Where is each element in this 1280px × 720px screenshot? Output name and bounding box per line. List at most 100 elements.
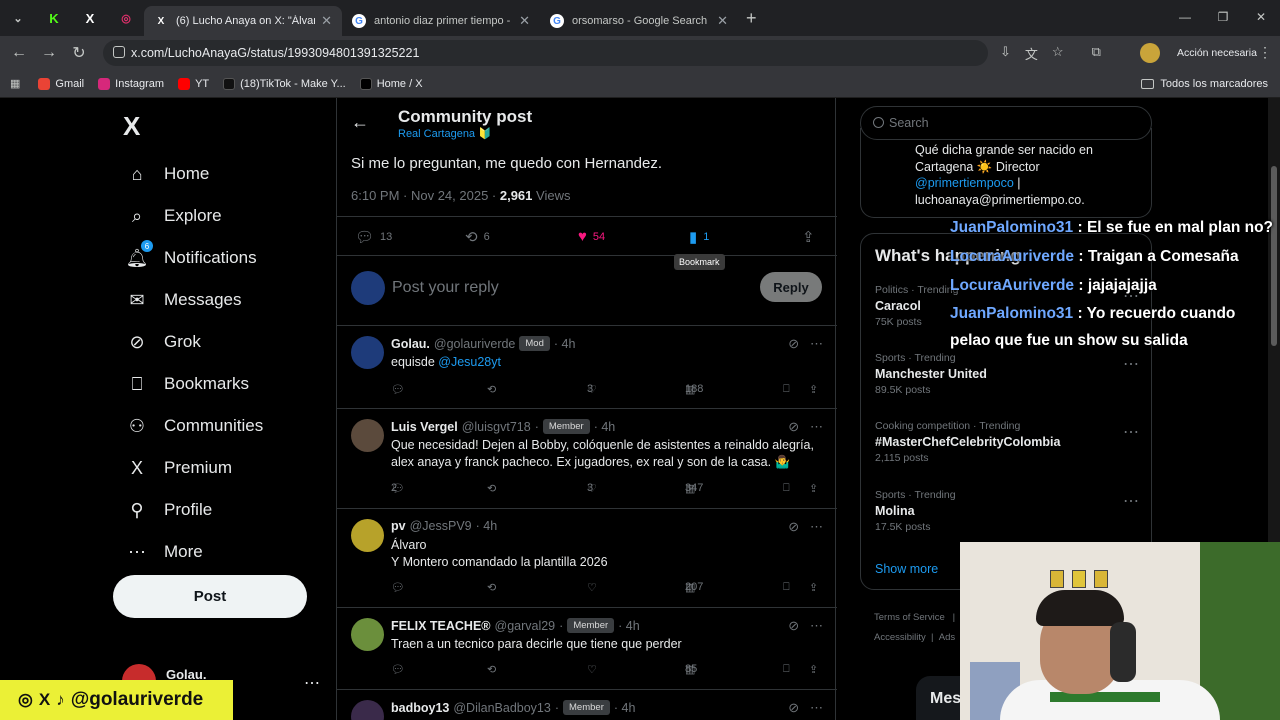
nav-more[interactable]: ⋯ More <box>112 531 332 573</box>
post-button[interactable]: Post <box>113 575 307 618</box>
community-link[interactable]: Real Cartagena 🔰 <box>398 127 492 140</box>
like-action[interactable]: ♡ 3 <box>587 383 597 396</box>
repost-icon[interactable]: ⟲ <box>487 663 496 676</box>
like-action[interactable]: ♡ 3 <box>587 482 597 495</box>
back-arrow-icon[interactable]: ← <box>4 44 34 62</box>
new-tab-icon[interactable]: + <box>746 8 757 29</box>
reply-item[interactable]: FELIX TEACHE® @garval29 · Member · 4h ⊘ … <box>337 608 837 690</box>
views-action[interactable]: ▥ 85 <box>685 663 697 676</box>
trend-item[interactable]: Sports · Trending Molina 17.5K posts ⋯ <box>875 489 1139 533</box>
pinned-tab-x[interactable]: X <box>72 0 108 36</box>
bookmark-icon[interactable]: ⎕ <box>783 383 790 396</box>
browser-menu-icon[interactable]: ⋮ <box>1258 44 1272 61</box>
reply-button[interactable]: Reply <box>760 272 822 302</box>
more-icon[interactable]: ⋯ <box>1123 354 1139 374</box>
more-icon[interactable]: ⋯ <box>1123 491 1139 511</box>
bookmark-youtube[interactable]: YT <box>178 77 209 90</box>
bookmark-instagram[interactable]: Instagram <box>98 77 164 90</box>
close-tab-icon[interactable]: ✕ <box>519 13 530 29</box>
show-more-link[interactable]: Show more <box>875 562 938 576</box>
more-icon[interactable]: ⋯ <box>810 336 823 351</box>
repost-icon[interactable]: ⟲ <box>487 383 496 396</box>
author-handle[interactable]: @luisgvt718 <box>462 420 531 434</box>
reply-action[interactable]: 💬︎ 13 <box>355 228 392 246</box>
search-input[interactable]: Search <box>860 106 1152 140</box>
heart-icon[interactable]: ♡ <box>587 663 597 676</box>
author-handle[interactable]: @golauriverde <box>434 337 515 351</box>
like-action[interactable]: ♥ 54 <box>578 228 605 245</box>
extensions-icon[interactable]: ⧉ <box>1092 44 1101 63</box>
comment-icon[interactable]: 💬︎ <box>391 663 405 676</box>
nav-communities[interactable]: ⚇ Communities <box>112 405 332 447</box>
author-handle[interactable]: @garval29 <box>495 619 556 633</box>
nav-explore[interactable]: ⌕ Explore <box>112 195 332 237</box>
close-tab-icon[interactable]: ✕ <box>717 13 728 29</box>
bookmark-tiktok[interactable]: (18)TikTok - Make Y... <box>223 77 346 90</box>
share-action[interactable]: ⇪ <box>802 228 821 246</box>
apps-grid-icon[interactable]: ▦ <box>10 77 20 90</box>
views-action[interactable]: ▥ 207 <box>685 581 703 594</box>
repost-icon[interactable]: ⟲ <box>487 581 496 594</box>
author-name[interactable]: Luis Vergel <box>391 420 458 434</box>
browser-tab[interactable]: G orsomarso - Google Search ✕ <box>540 6 738 36</box>
nav-profile[interactable]: ⚲ Profile <box>112 489 332 531</box>
author-name[interactable]: pv <box>391 519 406 533</box>
post-time[interactable]: 6:10 PM · Nov 24, 2025 · <box>351 188 500 203</box>
minimize-icon[interactable]: — <box>1166 0 1204 34</box>
accessibility-link[interactable]: Accessibility <box>874 632 926 643</box>
bookmark-action[interactable]: ▮ 1 <box>689 228 709 246</box>
x-logo-icon[interactable]: X <box>123 111 140 142</box>
mention-link[interactable]: @Jesu28yt <box>438 355 501 369</box>
nav-grok[interactable]: ⊘ Grok <box>112 321 332 363</box>
reload-icon[interactable]: ↻ <box>64 43 94 63</box>
author-name[interactable]: FELIX TEACHE® <box>391 619 491 633</box>
maximize-icon[interactable]: ❐ <box>1204 0 1242 34</box>
more-icon[interactable]: ⋯ <box>1123 422 1139 442</box>
author-name[interactable]: Golau. <box>391 337 430 351</box>
close-tab-icon[interactable]: ✕ <box>321 13 332 29</box>
heart-icon[interactable]: ♡ <box>587 581 597 594</box>
browser-tab-active[interactable]: X (6) Lucho Anaya on X: "Álvaro H ✕ <box>144 6 342 36</box>
nav-bookmarks[interactable]: ⎕ Bookmarks <box>112 363 332 405</box>
repost-icon[interactable]: ⟲ <box>487 482 496 495</box>
reply-item[interactable]: Golau. @golauriverde Mod · 4h ⊘ ⋯ equisd… <box>337 326 837 409</box>
site-info-icon[interactable] <box>113 46 125 58</box>
grok-icon[interactable]: ⊘ <box>788 419 799 434</box>
profile-avatar[interactable] <box>1140 43 1160 63</box>
grok-icon[interactable]: ⊘ <box>788 336 799 351</box>
more-icon[interactable]: ⋯ <box>810 519 823 534</box>
share-icon[interactable]: ⇪ <box>809 482 818 495</box>
translate-icon[interactable]: 文 <box>1025 44 1038 63</box>
comment-icon[interactable]: 💬︎ <box>391 383 405 396</box>
tab-search-dropdown-icon[interactable]: ⌄ <box>0 0 36 36</box>
more-icon[interactable]: ⋯ <box>810 700 823 715</box>
all-bookmarks-folder[interactable]: Todos los marcadores <box>1141 78 1268 90</box>
ads-link[interactable]: Ads <box>939 632 955 643</box>
bookmark-x-home[interactable]: Home / X <box>359 77 423 90</box>
author-name[interactable]: badboy13 <box>391 701 449 715</box>
author-handle[interactable]: @DilanBadboy13 <box>453 701 550 715</box>
reply-input[interactable]: Post your reply <box>392 279 499 297</box>
grok-icon[interactable]: ⊘ <box>788 618 799 633</box>
reply-item[interactable]: Luis Vergel @luisgvt718 · Member · 4h ⊘ … <box>337 409 837 509</box>
account-more-icon[interactable]: ⋯ <box>304 673 320 693</box>
views-action[interactable]: ▥ 188 <box>685 383 703 396</box>
action-needed-button[interactable]: Acción necesaria <box>1168 41 1266 65</box>
author-handle[interactable]: @JessPV9 <box>410 519 472 533</box>
share-icon[interactable]: ⇪ <box>809 663 818 676</box>
bookmark-gmail[interactable]: Gmail <box>38 77 84 90</box>
forward-arrow-icon[interactable]: → <box>34 44 64 62</box>
share-icon[interactable]: ⇪ <box>809 581 818 594</box>
reply-item[interactable]: pv @JessPV9 · 4h ⊘ ⋯ Álvaro Y Montero co… <box>337 509 837 608</box>
views-action[interactable]: ▥ 347 <box>685 482 703 495</box>
install-icon[interactable]: ⇩ <box>1000 44 1011 63</box>
repost-action[interactable]: ⟲ 6 <box>465 228 490 246</box>
pinned-tab-instagram[interactable]: ◎ <box>108 0 144 36</box>
back-arrow-icon[interactable]: ← <box>351 112 369 133</box>
reply-action[interactable]: 💬︎ 2 <box>391 482 405 495</box>
nav-notifications[interactable]: 🔔︎ 6 Notifications <box>112 237 332 279</box>
comment-icon[interactable]: 💬︎ <box>391 581 405 594</box>
more-icon[interactable]: ⋯ <box>810 618 823 633</box>
pinned-tab-kick[interactable]: K <box>36 0 72 36</box>
star-icon[interactable]: ☆ <box>1052 44 1064 63</box>
